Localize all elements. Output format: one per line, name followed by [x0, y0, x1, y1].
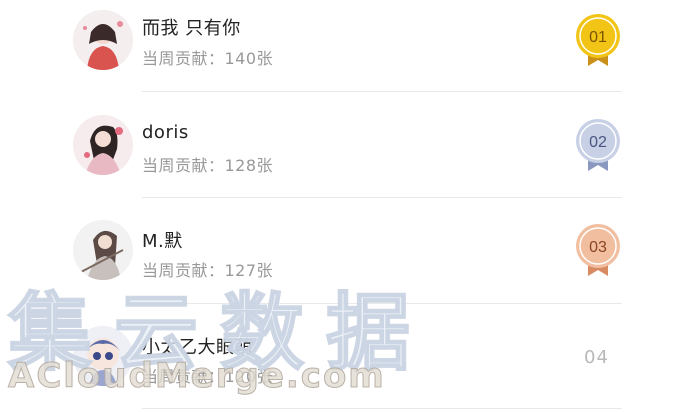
avatar-warrior-icon [73, 220, 133, 280]
rank-number: 03 [589, 239, 607, 256]
list-item[interactable]: doris 当周贡献：128张 02 [0, 92, 690, 198]
avatar-girl-pink-icon [73, 115, 133, 175]
avatar-chibi-icon [73, 326, 133, 386]
weekly-contribution: 当周贡献：120张 [142, 367, 274, 386]
rank-number: 01 [589, 29, 607, 46]
list-item[interactable]: 小太乙大眼萌 当周贡献：120张 04 [0, 303, 690, 409]
user-name: 小太乙大眼萌 [142, 337, 253, 358]
user-name: doris [142, 122, 189, 143]
silver-medal-icon: 02 [576, 119, 620, 171]
weekly-contribution: 当周贡献：128张 [142, 156, 274, 175]
contribution-ranking-list: 而我 只有你 当周贡献：140张 01 doris 当周贡献：128张 02 M… [0, 0, 690, 412]
avatar[interactable] [73, 220, 133, 280]
list-item[interactable]: 而我 只有你 当周贡献：140张 01 [0, 0, 690, 105]
avatar[interactable] [73, 115, 133, 175]
avatar[interactable] [73, 10, 133, 70]
divider [142, 408, 622, 409]
bronze-medal-icon: 03 [576, 224, 620, 276]
weekly-contribution: 当周贡献：140张 [142, 49, 274, 68]
avatar[interactable] [73, 326, 133, 386]
user-name: M.默 [142, 231, 183, 252]
rank-number: 02 [589, 134, 607, 151]
rank-number: 04 [584, 347, 609, 368]
gold-medal-icon: 01 [576, 14, 620, 66]
avatar-girl-red-icon [73, 10, 133, 70]
user-name: 而我 只有你 [142, 18, 241, 39]
weekly-contribution: 当周贡献：127张 [142, 261, 274, 280]
list-item[interactable]: M.默 当周贡献：127张 03 [0, 197, 690, 304]
